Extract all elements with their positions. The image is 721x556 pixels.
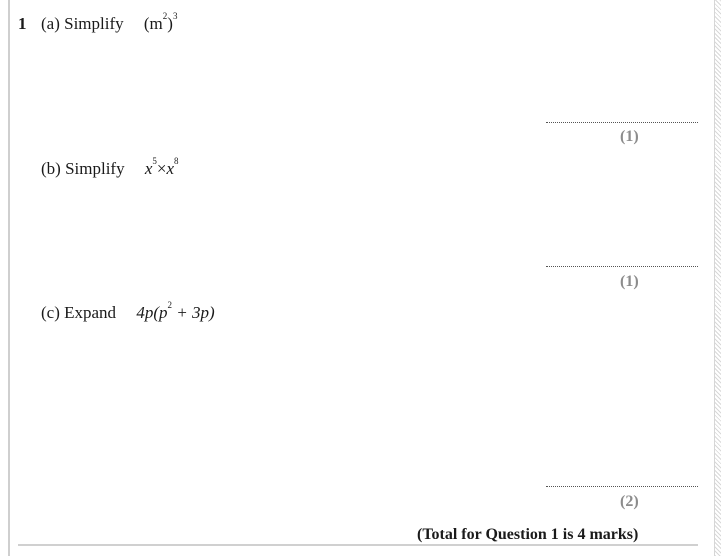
question-total: (Total for Question 1 is 4 marks) [417,526,639,543]
exam-page: 1 (a) Simplify (m2)3 (1) (b) Simplify x5… [0,0,721,556]
part-a-label: (a) Simplify [41,14,124,33]
right-hatched-border [714,0,721,556]
part-c-expression: 4p(p2 + 3p) [136,300,215,322]
part-b-prompt: (b) Simplify x5×x8 [41,156,179,179]
part-b-exponent2: 8 [174,156,179,167]
part-c-expr-rest: + 3p) [171,303,215,322]
part-b-expression: x5×x8 [145,156,179,178]
part-c-label: (c) Expand [41,303,117,322]
part-c-marks: (2) [620,493,639,510]
part-c-answer-line[interactable] [546,486,698,487]
part-a-marks: (1) [620,128,639,145]
part-a-expr-open: (m [143,14,163,33]
part-c-exponent: 2 [167,300,172,311]
part-c-prompt: (c) Expand 4p(p2 + 3p) [41,300,215,323]
part-a-outer-exponent: 3 [172,11,178,22]
question-number: 1 [18,14,27,33]
part-a-expression: (m2)3 [143,11,178,33]
part-a-prompt: (a) Simplify (m2)3 [41,11,178,34]
part-b-answer-line[interactable] [546,266,698,267]
bottom-rule [18,544,698,546]
part-b-exponent1: 5 [152,156,157,167]
part-a-inner-exponent: 2 [162,11,168,22]
part-b-marks: (1) [620,273,639,290]
part-a-answer-line[interactable] [546,122,698,123]
left-margin-rule [8,0,10,556]
part-c-expr-prefix: 4p(p [136,303,168,322]
part-b-base2: x [166,159,175,178]
part-b-label: (b) Simplify [41,159,125,178]
